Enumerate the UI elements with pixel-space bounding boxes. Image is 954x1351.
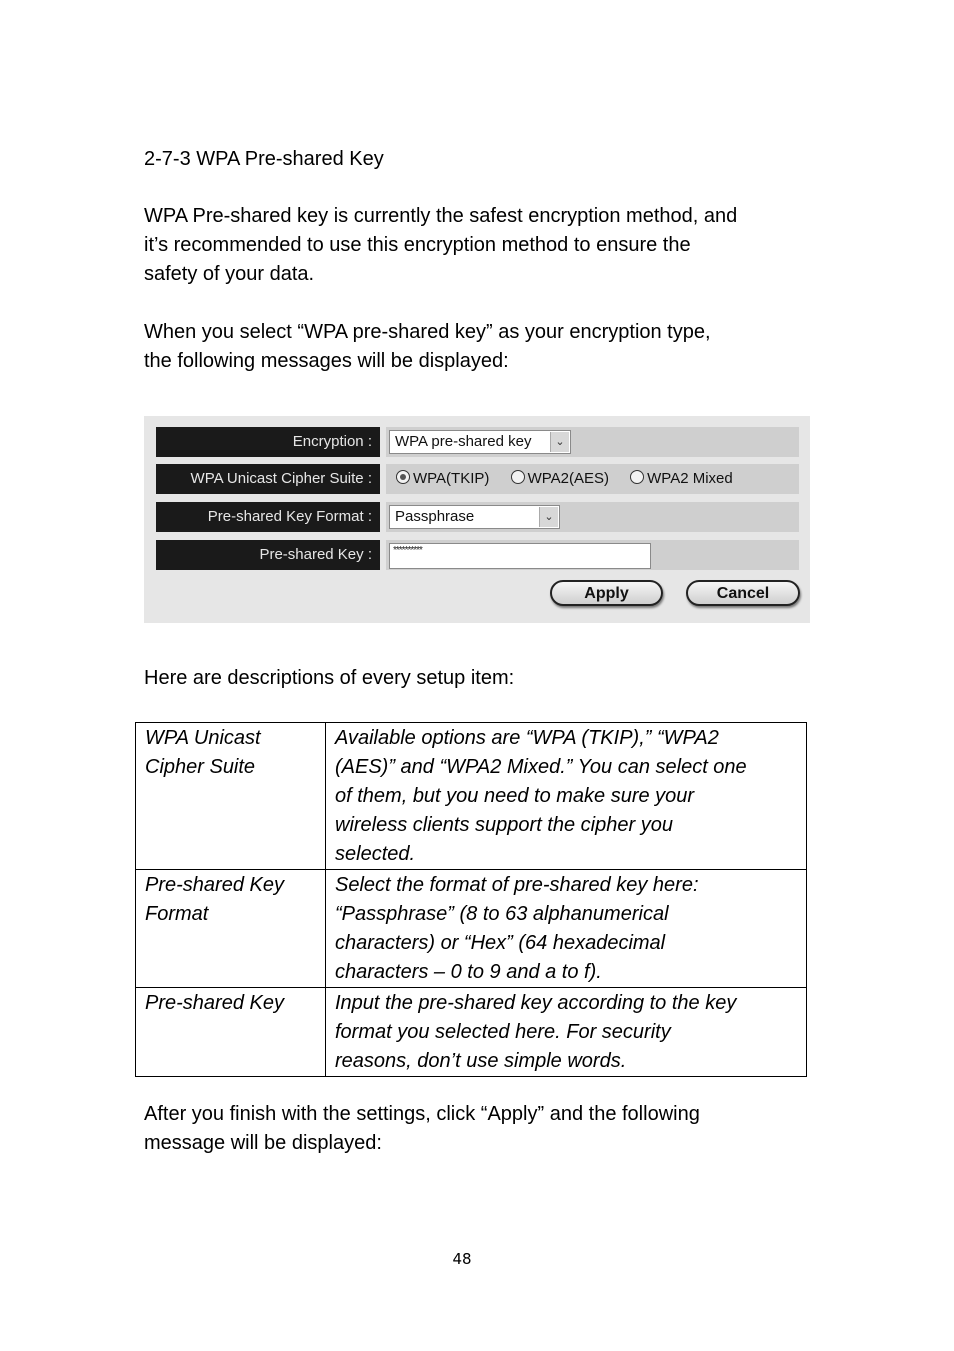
radio-selected-icon[interactable] [396, 470, 410, 484]
text-line: Select the format of pre-shared key here… [335, 874, 699, 896]
text-line: it’s recommended to use this encryption … [144, 234, 691, 256]
table-row: Pre-shared Key Format Select the format … [135, 869, 807, 988]
encryption-value: WPA pre-shared key [395, 433, 532, 450]
text-line: wireless clients support the cipher you [335, 814, 673, 836]
intro-paragraph: WPA Pre-shared key is currently the safe… [144, 202, 824, 289]
description-table: WPA Unicast Cipher Suite Available optio… [135, 722, 807, 1077]
text-line: characters) or “Hex” (64 hexadecimal [335, 932, 666, 954]
text-line: Pre-shared Key [145, 992, 284, 1014]
text-line: After you finish with the settings, clic… [144, 1103, 700, 1125]
text-line: Available options are “WPA (TKIP),” “WPA… [335, 727, 719, 749]
radio-wpa-tkip[interactable]: WPA(TKIP) [396, 464, 489, 494]
text-line: selected. [335, 843, 416, 865]
text-line: WPA Unicast [145, 727, 261, 749]
text-line: Pre-shared Key [145, 874, 284, 896]
pre-shared-key-row: Pre-shared Key : ********** [156, 540, 799, 570]
after-apply-paragraph: After you finish with the settings, clic… [144, 1100, 824, 1158]
text-line: When you select “WPA pre-shared key” as … [144, 321, 711, 343]
radio-label: WPA(TKIP) [413, 470, 490, 487]
item-cell: WPA Unicast Cipher Suite [135, 722, 326, 870]
text-line: safety of your data. [144, 263, 315, 285]
apply-button[interactable]: Apply [550, 580, 663, 606]
item-cell: Pre-shared Key Format [135, 869, 326, 988]
cipher-suite-row: WPA Unicast Cipher Suite : WPA(TKIP) WPA… [156, 464, 799, 494]
cancel-button[interactable]: Cancel [686, 580, 800, 606]
table-row: WPA Unicast Cipher Suite Available optio… [135, 722, 807, 870]
encryption-select[interactable]: WPA pre-shared key ⌄ [389, 430, 571, 454]
key-format-row: Pre-shared Key Format : Passphrase ⌄ [156, 502, 799, 532]
descriptions-intro: Here are descriptions of every setup ite… [144, 667, 515, 689]
chevron-down-icon[interactable]: ⌄ [550, 432, 569, 452]
text-line: Format [145, 903, 209, 925]
wpa-settings-panel: Encryption : WPA pre-shared key ⌄ WPA Un… [144, 416, 810, 623]
radio-label: WPA2(AES) [527, 470, 609, 487]
encryption-row: Encryption : WPA pre-shared key ⌄ [156, 427, 799, 457]
text-line: WPA Pre-shared key is currently the safe… [144, 205, 738, 227]
encryption-label: Encryption : [156, 427, 380, 457]
radio-unselected-icon[interactable] [630, 470, 645, 484]
text-line: (AES)” and “WPA2 Mixed.” You can select … [335, 756, 747, 778]
table-row: Pre-shared Key Input the pre-shared key … [135, 987, 807, 1077]
text-line: Cipher Suite [145, 756, 256, 778]
text-line: message will be displayed: [144, 1132, 382, 1154]
encryption-field: WPA pre-shared key ⌄ [386, 427, 799, 457]
description-cell: Input the pre-shared key according to th… [325, 987, 807, 1077]
key-format-select[interactable]: Passphrase ⌄ [389, 505, 560, 529]
radio-wpa2-mixed[interactable]: WPA2 Mixed [630, 464, 733, 494]
pre-shared-key-input[interactable]: ********** [389, 543, 651, 569]
description-cell: Select the format of pre-shared key here… [325, 869, 807, 988]
text-line: format you selected here. For security [335, 1021, 671, 1043]
text-line: the following messages will be displayed… [144, 350, 509, 372]
key-format-field: Passphrase ⌄ [386, 502, 799, 532]
text-line: reasons, don’t use simple words. [335, 1050, 627, 1072]
key-format-label: Pre-shared Key Format : [156, 502, 380, 532]
page-number: 48 [452, 1250, 472, 1268]
text-line: Input the pre-shared key according to th… [335, 992, 737, 1014]
selection-paragraph: When you select “WPA pre-shared key” as … [144, 318, 824, 376]
chevron-down-icon[interactable]: ⌄ [539, 507, 558, 527]
text-line: characters – 0 to 9 and a to f). [335, 961, 602, 983]
pre-shared-key-label: Pre-shared Key : [156, 540, 380, 570]
radio-wpa2-aes[interactable]: WPA2(AES) [510, 464, 609, 494]
section-heading: 2-7-3 WPA Pre-shared Key [144, 148, 384, 170]
pre-shared-key-field: ********** [386, 540, 799, 570]
cipher-suite-field: WPA(TKIP) WPA2(AES) WPA2 Mixed [386, 464, 799, 494]
item-cell: Pre-shared Key [135, 987, 326, 1077]
radio-label: WPA2 Mixed [647, 470, 733, 487]
cipher-radio-group: WPA(TKIP) WPA2(AES) WPA2 Mixed [396, 464, 750, 494]
cipher-suite-label: WPA Unicast Cipher Suite : [156, 464, 380, 494]
key-format-value: Passphrase [395, 508, 475, 525]
description-cell: Available options are “WPA (TKIP),” “WPA… [325, 722, 807, 870]
text-line: of them, but you need to make sure your [335, 785, 695, 807]
radio-unselected-icon[interactable] [510, 470, 525, 484]
text-line: “Passphrase” (8 to 63 alphanumerical [335, 903, 669, 925]
